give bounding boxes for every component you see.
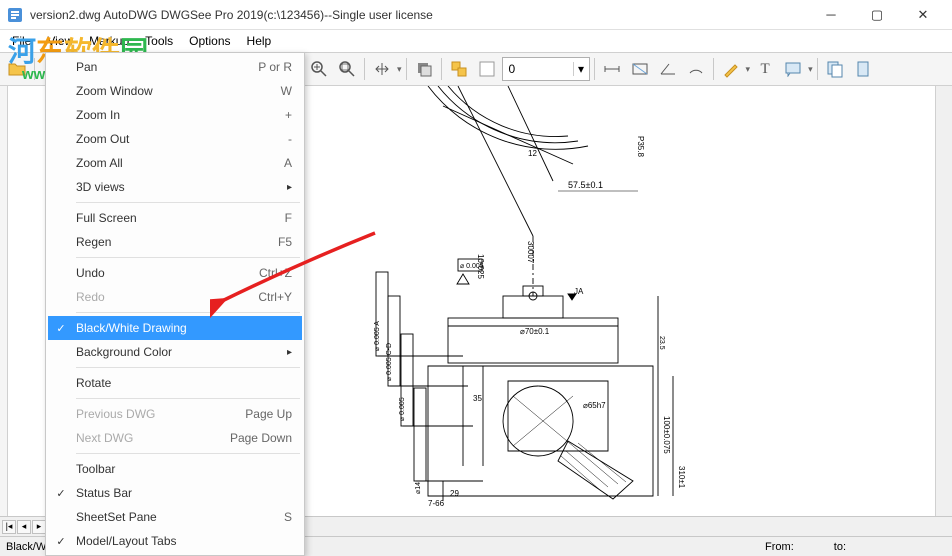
svg-text:⌀ 0.005: ⌀ 0.005 — [399, 397, 406, 421]
menu-label: Pan — [74, 60, 258, 74]
open-icon[interactable] — [4, 56, 30, 82]
menu-item-status-bar[interactable]: ✓Status Bar — [48, 481, 302, 505]
status-from: From: — [765, 541, 794, 553]
menu-item-full-screen[interactable]: Full ScreenF — [48, 206, 302, 230]
menu-help[interactable]: Help — [239, 32, 280, 50]
menu-label: Full Screen — [74, 211, 285, 225]
close-button[interactable]: ✕ — [900, 0, 946, 30]
menu-label: Zoom Out — [74, 132, 288, 146]
menu-label: Background Color — [74, 345, 287, 359]
menu-label: Model/Layout Tabs — [74, 534, 302, 548]
menu-label: Redo — [74, 290, 258, 304]
menu-item-regen[interactable]: RegenF5 — [48, 230, 302, 254]
menu-markup[interactable]: Markup — [81, 32, 137, 50]
menu-item-sheetset-pane[interactable]: SheetSet PaneS — [48, 505, 302, 529]
menu-item-zoom-out[interactable]: Zoom Out- — [48, 127, 302, 151]
view-menu-dropdown: PanP or RZoom WindowWZoom In+Zoom Out-Zo… — [45, 52, 305, 556]
menu-label: Previous DWG — [74, 407, 245, 421]
zoom-window-icon[interactable] — [334, 56, 360, 82]
titlebar: version2.dwg AutoDWG DWGSee Pro 2019(c:\… — [0, 0, 952, 30]
menu-view[interactable]: View — [39, 32, 81, 50]
svg-text:⌀ 0.005 A: ⌀ 0.005 A — [374, 321, 381, 351]
menu-label: Next DWG — [74, 431, 230, 445]
svg-text:7-66: 7-66 — [428, 499, 445, 508]
menu-label: Zoom All — [74, 156, 284, 170]
menu-label: Zoom In — [74, 108, 285, 122]
svg-text:⌀65h7: ⌀65h7 — [583, 401, 606, 410]
menu-item-toolbar[interactable]: Toolbar — [48, 457, 302, 481]
svg-text:12: 12 — [528, 149, 537, 158]
menu-label: Rotate — [74, 376, 302, 390]
tab-prev-icon[interactable]: ◂ — [17, 520, 31, 534]
menu-item-3d-views[interactable]: 3D views▸ — [48, 175, 302, 199]
menu-item-pan[interactable]: PanP or R — [48, 55, 302, 79]
svg-text:P35.8: P35.8 — [636, 136, 645, 157]
measure-arc-icon[interactable] — [683, 56, 709, 82]
measure-area-icon[interactable] — [627, 56, 653, 82]
menu-item-zoom-window[interactable]: Zoom WindowW — [48, 79, 302, 103]
menu-item-next-dwg: Next DWGPage Down — [48, 426, 302, 450]
menu-file[interactable]: File — [4, 32, 39, 50]
menu-item-rotate[interactable]: Rotate — [48, 371, 302, 395]
tab-first-icon[interactable]: |◂ — [2, 520, 16, 534]
cad-drawing: 57.5±0.1 12 P35.8 10·025 ⌀ 0.005 30007 ⌀… — [308, 86, 928, 516]
layer-state-icon[interactable] — [446, 56, 472, 82]
svg-text:57.5±0.1: 57.5±0.1 — [568, 180, 603, 190]
svg-text:23.5: 23.5 — [658, 336, 665, 350]
paste-icon[interactable] — [850, 56, 876, 82]
svg-text:⌀ 0.005: ⌀ 0.005 — [460, 263, 484, 270]
menu-item-zoom-all[interactable]: Zoom AllA — [48, 151, 302, 175]
menu-label: 3D views — [74, 180, 287, 194]
svg-text:35: 35 — [473, 394, 482, 403]
menu-label: Toolbar — [74, 462, 302, 476]
menu-options[interactable]: Options — [181, 32, 238, 50]
window-controls: ─ ▢ ✕ — [808, 0, 946, 30]
layers-icon[interactable] — [411, 56, 437, 82]
color-icon[interactable] — [474, 56, 500, 82]
measure-distance-icon[interactable] — [599, 56, 625, 82]
copy-icon[interactable] — [822, 56, 848, 82]
menu-item-zoom-in[interactable]: Zoom In+ — [48, 103, 302, 127]
menu-item-redo: RedoCtrl+Y — [48, 285, 302, 309]
menu-item-black-white-drawing[interactable]: ✓Black/White Drawing — [48, 316, 302, 340]
menu-label: Zoom Window — [74, 84, 281, 98]
app-icon — [6, 6, 24, 24]
vertical-scrollbar[interactable] — [935, 86, 952, 516]
tab-next-icon[interactable]: ▸ — [32, 520, 46, 534]
status-to: to: — [834, 541, 846, 553]
zoom-in-icon[interactable] — [306, 56, 332, 82]
menu-label: Status Bar — [74, 486, 302, 500]
menu-item-model-layout-tabs[interactable]: ✓Model/Layout Tabs — [48, 529, 302, 553]
menu-tools[interactable]: Tools — [137, 32, 181, 50]
markup-pen-icon[interactable] — [718, 56, 744, 82]
text-icon[interactable]: T — [752, 56, 778, 82]
svg-text:30007: 30007 — [526, 241, 535, 264]
menu-label: Regen — [74, 235, 278, 249]
measure-angle-icon[interactable] — [655, 56, 681, 82]
svg-text:310±1: 310±1 — [677, 466, 686, 489]
menu-item-undo[interactable]: UndoCtrl+Z — [48, 261, 302, 285]
minimize-button[interactable]: ─ — [808, 0, 854, 30]
menu-item-previous-dwg: Previous DWGPage Up — [48, 402, 302, 426]
svg-text:29: 29 — [450, 489, 459, 498]
svg-text:⌀ 0.005 C-D: ⌀ 0.005 C-D — [386, 343, 393, 381]
svg-text:100±0.075: 100±0.075 — [662, 416, 671, 454]
menubar: File View Markup Tools Options Help — [0, 30, 952, 52]
menu-label: Undo — [74, 266, 259, 280]
menu-label: Black/White Drawing — [74, 321, 302, 335]
menu-item-background-color[interactable]: Background Color▸ — [48, 340, 302, 364]
svg-text:⌀70±0.1: ⌀70±0.1 — [520, 327, 550, 336]
layer-combo[interactable]: 0 ▾ — [502, 57, 590, 81]
comment-icon[interactable] — [780, 56, 806, 82]
maximize-button[interactable]: ▢ — [854, 0, 900, 30]
left-gutter — [0, 86, 8, 516]
menu-label: SheetSet Pane — [74, 510, 284, 524]
window-title: version2.dwg AutoDWG DWGSee Pro 2019(c:\… — [30, 8, 808, 22]
pan-icon[interactable] — [369, 56, 395, 82]
svg-text:⌀14: ⌀14 — [415, 482, 422, 494]
